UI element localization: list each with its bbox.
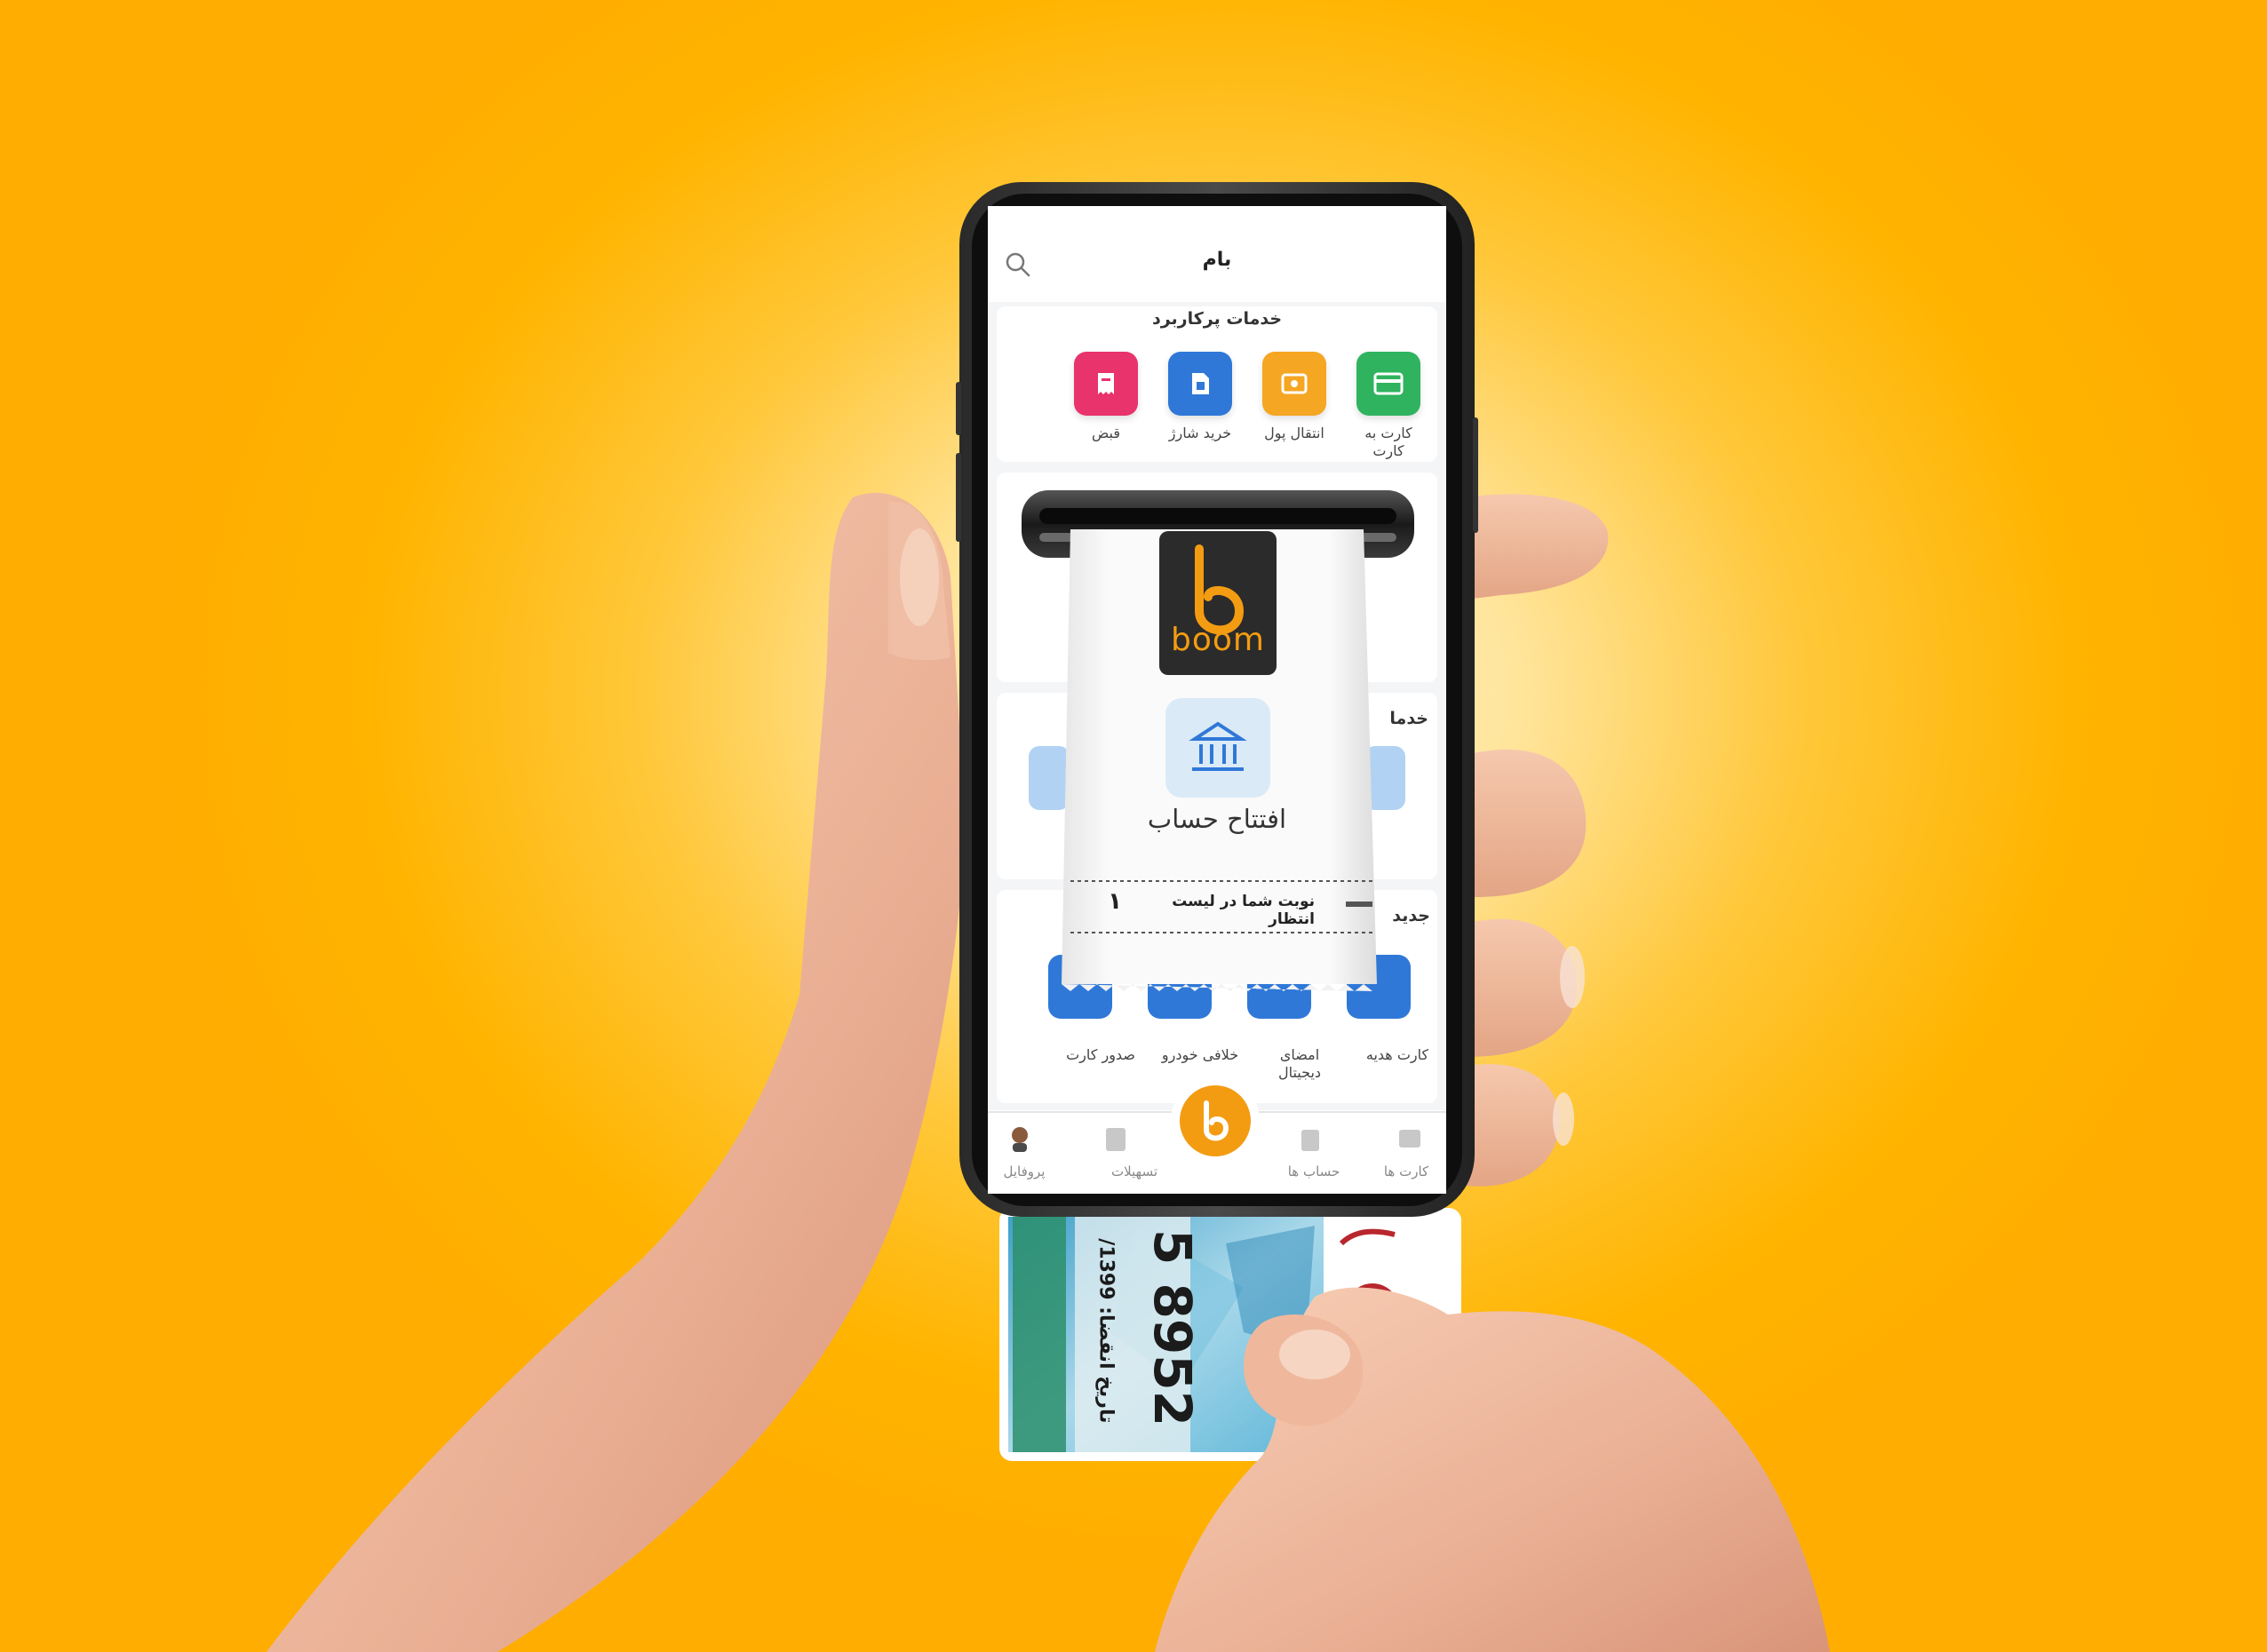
right-fingers xyxy=(1466,494,1609,1187)
left-hand xyxy=(266,493,965,1652)
service-card-issue[interactable]: صدور کارت xyxy=(1061,1037,1141,1064)
service-label: قبض xyxy=(1091,425,1121,441)
service-label: کارت هدیه xyxy=(1365,1046,1429,1063)
nav-label: تسهیلات xyxy=(1110,1164,1158,1179)
nav-label: کارت ها xyxy=(1383,1164,1429,1179)
service-gift-card[interactable]: کارت هدیه xyxy=(1357,1037,1437,1064)
service-label: امضای دیجیتال xyxy=(1277,1046,1322,1081)
service-label: انتقال پول xyxy=(1264,425,1324,441)
phone-screen: بام خدمات پرکاربرد کارت به کارت انتقال پ… xyxy=(988,210,1446,1203)
service-label: کارت به کارت xyxy=(1364,425,1412,459)
right-hand xyxy=(1155,1287,1830,1652)
card-expiry: تاریخ انقضا: 1399/ xyxy=(1094,1238,1118,1424)
nav-label: پروفایل xyxy=(1003,1164,1046,1179)
receipt-queue-label: نوبت شما در لیست انتظار xyxy=(1172,893,1315,928)
frequent-services-title: خدمات پرکاربرد xyxy=(1151,309,1283,329)
other-services-title: خدما xyxy=(1389,709,1428,728)
service-buy-charge[interactable]: خرید شارژ xyxy=(1160,352,1240,442)
card-icon xyxy=(1356,352,1420,416)
receipt-brand: boom xyxy=(1171,622,1265,658)
nav-profile[interactable]: پروفایل xyxy=(984,1164,1064,1179)
nav-accounts[interactable]: حساب ها xyxy=(1274,1164,1354,1179)
nav-loans[interactable]: تسهیلات xyxy=(1094,1164,1174,1179)
service-card-to-card[interactable]: کارت به کارت xyxy=(1348,352,1428,460)
card-number: 5 8952 xyxy=(1142,1229,1203,1426)
nav-cards[interactable]: کارت ها xyxy=(1366,1164,1446,1179)
service-label: خرید شارژ xyxy=(1168,425,1232,441)
app-title: بام xyxy=(1202,249,1232,271)
bill-icon xyxy=(1074,352,1138,416)
search-icon[interactable] xyxy=(1004,250,1032,279)
transfer-icon xyxy=(1262,352,1326,416)
sim-icon xyxy=(1168,352,1232,416)
service-car-fines[interactable]: خلافی خودرو xyxy=(1160,1037,1240,1064)
service-label: خلافی خودرو xyxy=(1161,1046,1239,1063)
new-services-title: جدید xyxy=(1392,906,1430,925)
receipt-queue-number: ۱ xyxy=(1108,888,1122,915)
receipt-action-label: افتتاح حساب xyxy=(1147,804,1287,834)
service-bill[interactable]: قبض xyxy=(1066,352,1146,442)
service-digital-signature[interactable]: امضای دیجیتال xyxy=(1260,1037,1340,1082)
service-money-transfer[interactable]: انتقال پول xyxy=(1254,352,1334,442)
nav-label: حساب ها xyxy=(1287,1164,1340,1179)
service-label: صدور کارت xyxy=(1066,1046,1135,1063)
